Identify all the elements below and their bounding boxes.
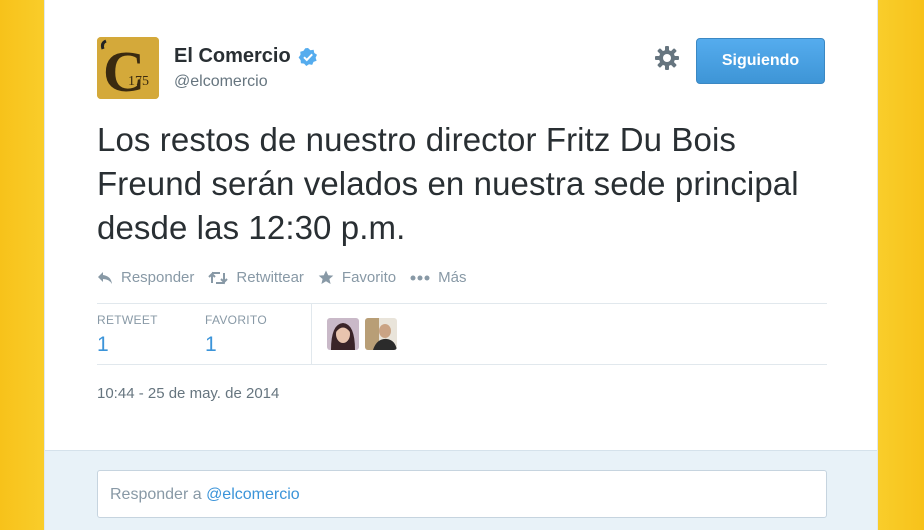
star-icon [318, 270, 334, 284]
retweet-count-label: RETWEET [97, 313, 158, 327]
retweet-count[interactable]: RETWEET 1 [97, 313, 158, 357]
user-avatar[interactable] [365, 318, 397, 350]
favorite-action[interactable]: Favorito [318, 269, 396, 286]
tweet-card: C 175 El Comercio @elcomercio Siguiendo … [44, 0, 878, 530]
reply-mention: @elcomercio [206, 486, 300, 503]
account-handle[interactable]: @elcomercio [174, 73, 318, 91]
tweet-text: Los restos de nuestro director Fritz Du … [97, 121, 799, 246]
avatar-logo-text: 175 [128, 74, 149, 89]
retweet-icon [208, 271, 229, 284]
tweet-stats: RETWEET 1 FAVORITO 1 [97, 304, 827, 364]
verified-badge-icon [298, 47, 318, 67]
more-icon [410, 275, 430, 280]
more-action[interactable]: Más [410, 269, 466, 286]
favorite-label: Favorito [341, 269, 397, 286]
reply-action[interactable]: Responder [97, 269, 194, 286]
tweet-timestamp[interactable]: 10:44 - 25 de may. de 2014 [97, 385, 279, 402]
retweet-action[interactable]: Retwittear [208, 269, 304, 286]
divider [97, 364, 827, 365]
avatar[interactable]: C 175 [97, 37, 159, 99]
tweet-actions: Responder Retwittear Favorito Más [97, 269, 480, 286]
user-avatar[interactable] [327, 318, 359, 350]
more-label: Más [438, 269, 467, 286]
stats-divider [311, 304, 312, 364]
reply-icon [98, 271, 112, 284]
gear-icon[interactable] [654, 45, 680, 71]
favorite-count[interactable]: FAVORITO 1 [205, 313, 267, 357]
tweet-header: C 175 El Comercio @elcomercio Siguiendo [97, 37, 825, 101]
following-button[interactable]: Siguiendo [696, 38, 825, 84]
retweet-label: Retwittear [236, 269, 304, 286]
retweet-count-value: 1 [97, 333, 109, 356]
favorite-count-value: 1 [205, 333, 217, 356]
svg-text:C: C [103, 39, 145, 99]
reply-label: Responder [121, 269, 195, 286]
account-info: El Comercio @elcomercio [174, 45, 318, 91]
account-name[interactable]: El Comercio [174, 45, 291, 68]
reply-placeholder: Responder a [110, 486, 207, 503]
favorite-count-label: FAVORITO [205, 313, 267, 327]
user-faces [327, 318, 403, 350]
reply-box: Responder a @elcomercio [45, 450, 877, 530]
reply-input[interactable]: Responder a @elcomercio [97, 470, 827, 518]
